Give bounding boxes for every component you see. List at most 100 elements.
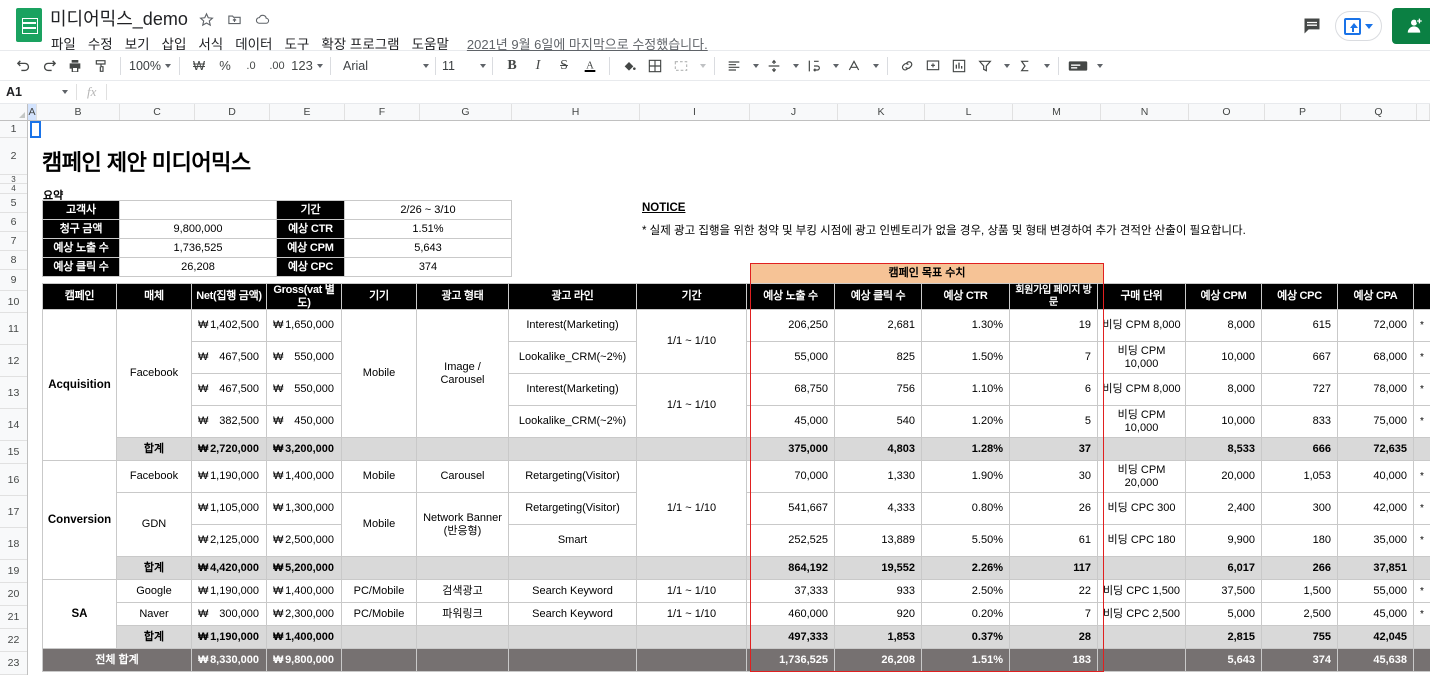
row-header-3[interactable]: 3 <box>0 175 27 184</box>
chevron-down-icon[interactable] <box>867 54 881 78</box>
name-box[interactable]: A1 <box>0 85 76 99</box>
cell-gross: ₩9,800,000 <box>266 648 342 673</box>
menu-extensions[interactable]: 확장 프로그램 <box>321 33 399 53</box>
row-header-14[interactable]: 14 <box>0 409 27 441</box>
chevron-down-icon[interactable] <box>998 54 1012 78</box>
star-icon[interactable] <box>197 10 216 29</box>
text-color-button[interactable]: A <box>577 54 603 78</box>
chevron-down-icon[interactable] <box>787 54 801 78</box>
chevron-down-icon[interactable] <box>1091 54 1105 78</box>
chevron-down-icon[interactable] <box>747 54 761 78</box>
italic-button[interactable]: I <box>525 54 551 78</box>
column-header-B[interactable]: B <box>37 104 120 120</box>
percent-format-button[interactable]: % <box>212 54 238 78</box>
menu-view[interactable]: 보기 <box>125 33 150 53</box>
chevron-down-icon[interactable] <box>1038 54 1052 78</box>
column-header-E[interactable]: E <box>270 104 345 120</box>
row-header-8[interactable]: 8 <box>0 251 27 270</box>
row-header-17[interactable]: 17 <box>0 496 27 528</box>
column-header-R[interactable] <box>1417 104 1430 120</box>
row-header-15[interactable]: 15 <box>0 441 27 464</box>
row-header-5[interactable]: 5 <box>0 194 27 213</box>
print-icon[interactable] <box>62 54 88 78</box>
menu-help[interactable]: 도움말 <box>412 33 449 53</box>
row-header-10[interactable]: 10 <box>0 291 27 313</box>
insert-link-icon[interactable] <box>894 54 920 78</box>
column-header-J[interactable]: J <box>750 104 838 120</box>
row-header-1[interactable]: 1 <box>0 121 27 138</box>
text-wrapping-icon[interactable] <box>801 54 827 78</box>
column-header-D[interactable]: D <box>195 104 270 120</box>
share-button[interactable] <box>1392 8 1430 44</box>
sheet-canvas[interactable]: 캠페인 제안 미디어믹스 요약 고객사 기간 2/26 ~ 3/10 청구 금액… <box>28 121 1430 675</box>
menu-data[interactable]: 데이터 <box>235 33 272 53</box>
row-header-13[interactable]: 13 <box>0 377 27 409</box>
merge-options-chevron-icon[interactable] <box>694 54 708 78</box>
column-header-H[interactable]: H <box>512 104 640 120</box>
chevron-down-icon[interactable] <box>827 54 841 78</box>
text-rotation-icon[interactable] <box>841 54 867 78</box>
cell-impressions: 864,192 <box>746 556 835 581</box>
row-header-6[interactable]: 6 <box>0 213 27 232</box>
font-size-selector[interactable]: 11 <box>442 54 486 78</box>
insert-comment-icon[interactable] <box>920 54 946 78</box>
column-header-Q[interactable]: Q <box>1341 104 1417 120</box>
hide-toolbar-icon[interactable] <box>1065 54 1091 78</box>
row-header-7[interactable]: 7 <box>0 232 27 251</box>
fill-color-icon[interactable] <box>616 54 642 78</box>
strikethrough-button[interactable]: S <box>551 54 577 78</box>
row-header-18[interactable]: 18 <box>0 528 27 560</box>
merge-cells-icon[interactable] <box>668 54 694 78</box>
row-header-9[interactable]: 9 <box>0 270 27 291</box>
column-header-O[interactable]: O <box>1189 104 1265 120</box>
document-title[interactable]: 미디어믹스_demo <box>50 6 188 32</box>
menu-format[interactable]: 서식 <box>198 33 223 53</box>
present-share-button[interactable] <box>1335 11 1382 41</box>
font-family-selector[interactable]: Arial <box>337 54 429 78</box>
currency-format-button[interactable]: ₩ <box>186 54 212 78</box>
column-header-M[interactable]: M <box>1013 104 1101 120</box>
row-header-23[interactable]: 23 <box>0 652 27 675</box>
select-all-corner[interactable] <box>0 104 28 120</box>
increase-decimal-button[interactable]: .00 <box>264 54 290 78</box>
row-header-2[interactable]: 2 <box>0 138 27 175</box>
row-header-22[interactable]: 22 <box>0 629 27 652</box>
functions-icon[interactable] <box>1012 54 1038 78</box>
row-header-12[interactable]: 12 <box>0 345 27 377</box>
paint-format-icon[interactable] <box>88 54 114 78</box>
borders-icon[interactable] <box>642 54 668 78</box>
number-format-selector[interactable]: 123 <box>290 54 324 78</box>
menu-tools[interactable]: 도구 <box>284 33 309 53</box>
column-header-A[interactable]: A <box>28 104 37 120</box>
menu-edit[interactable]: 수정 <box>88 33 113 53</box>
cloud-saved-icon[interactable] <box>253 10 272 29</box>
row-header-11[interactable]: 11 <box>0 313 27 345</box>
row-header-21[interactable]: 21 <box>0 606 27 629</box>
decrease-decimal-button[interactable]: .0 <box>238 54 264 78</box>
zoom-selector[interactable]: 100% <box>127 54 173 78</box>
menu-file[interactable]: 파일 <box>51 33 76 53</box>
insert-chart-icon[interactable] <box>946 54 972 78</box>
column-header-C[interactable]: C <box>120 104 195 120</box>
vertical-align-icon[interactable] <box>761 54 787 78</box>
row-header-19[interactable]: 19 <box>0 560 27 583</box>
last-edit-label[interactable]: 2021년 9월 6일에 마지막으로 수정했습니다. <box>467 34 708 53</box>
bold-button[interactable]: B <box>499 54 525 78</box>
row-header-4[interactable]: 4 <box>0 184 27 194</box>
move-to-folder-icon[interactable] <box>225 10 244 29</box>
column-header-L[interactable]: L <box>925 104 1013 120</box>
column-header-N[interactable]: N <box>1101 104 1189 120</box>
row-header-20[interactable]: 20 <box>0 583 27 606</box>
comment-history-icon[interactable] <box>1299 13 1325 39</box>
undo-icon[interactable] <box>10 54 36 78</box>
column-header-G[interactable]: G <box>420 104 512 120</box>
horizontal-align-icon[interactable] <box>721 54 747 78</box>
redo-icon[interactable] <box>36 54 62 78</box>
row-header-16[interactable]: 16 <box>0 464 27 496</box>
menu-insert[interactable]: 삽입 <box>162 33 187 53</box>
column-header-P[interactable]: P <box>1265 104 1341 120</box>
column-header-I[interactable]: I <box>640 104 750 120</box>
filter-icon[interactable] <box>972 54 998 78</box>
column-header-F[interactable]: F <box>345 104 420 120</box>
column-header-K[interactable]: K <box>838 104 925 120</box>
